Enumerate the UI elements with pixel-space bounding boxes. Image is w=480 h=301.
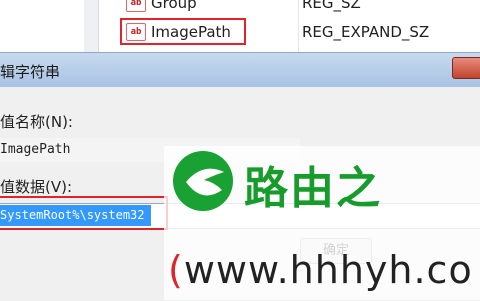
registry-value-type: REG_SZ <box>302 0 361 12</box>
value-data-label: 值数据(V): <box>0 178 73 196</box>
dialog-title: 辑字符串 <box>0 63 61 81</box>
string-value-icon: ab <box>126 0 146 12</box>
value-name-label: 值名称(N): <box>0 113 73 131</box>
router-logo-icon <box>173 151 233 211</box>
highlight-box-imagepath <box>120 18 246 45</box>
close-button[interactable] <box>452 57 480 79</box>
scrollbar[interactable] <box>84 0 99 52</box>
registry-value-name: Group <box>151 0 197 12</box>
highlight-box-value-data <box>0 196 168 230</box>
watermark-url: (www.hhhyh.co <box>168 248 473 292</box>
dialog-titlebar[interactable]: 辑字符串 <box>0 53 480 87</box>
watermark-brand-text: 路由之 <box>244 163 382 214</box>
registry-value-list: ab Group REG_SZ ab ImagePath REG_EXPAND_… <box>0 0 480 52</box>
registry-value-type: REG_EXPAND_SZ <box>302 23 430 41</box>
watermark-url-paren: ( <box>168 248 184 292</box>
registry-row-group[interactable]: ab Group REG_SZ <box>126 0 361 14</box>
watermark-url-text: www.hhhyh.co <box>183 248 473 292</box>
column-divider <box>298 0 299 52</box>
